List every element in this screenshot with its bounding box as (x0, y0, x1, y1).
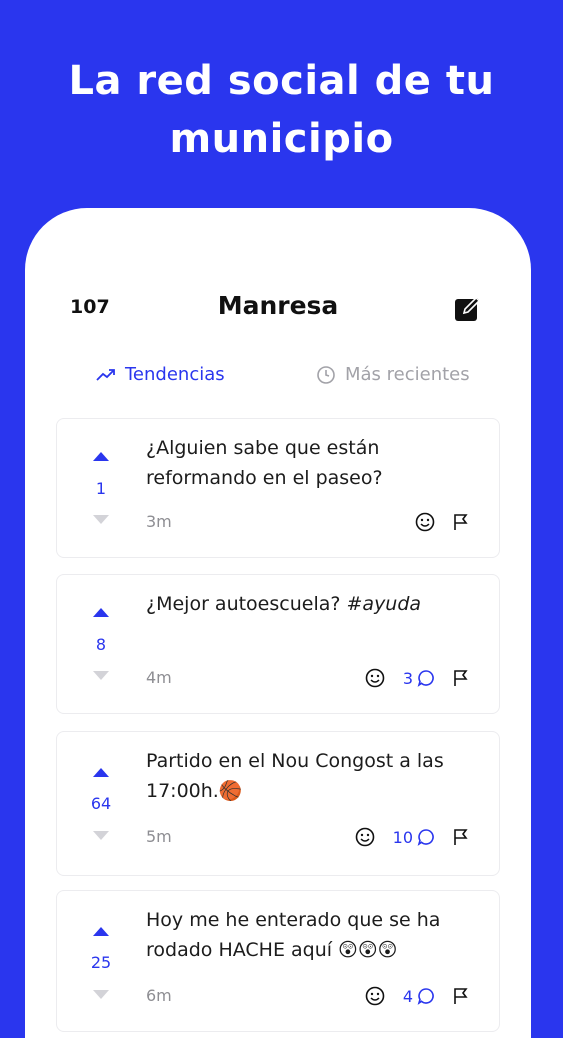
hero-line-1: La red social de tu (68, 58, 495, 104)
post-actions: 4 (365, 986, 469, 1006)
comment-count: 4 (402, 986, 413, 1006)
post-time: 5m (146, 827, 172, 846)
tab-tendencias[interactable]: Tendencias (96, 364, 225, 385)
post-card[interactable]: 1 ¿Alguien sabe que están reformando en … (56, 418, 500, 558)
upvote-button[interactable] (93, 927, 109, 936)
compose-icon[interactable] (454, 295, 482, 323)
hero-line-2: municipio (169, 116, 394, 162)
react-smiley-icon[interactable] (365, 668, 385, 688)
upvote-button[interactable] (93, 452, 109, 461)
tab-tendencias-label: Tendencias (125, 364, 225, 385)
post-text: ¿Mejor autoescuela? #ayuda (146, 593, 422, 615)
comments-button[interactable]: 10 (393, 828, 435, 847)
post-time: 6m (146, 986, 172, 1005)
clock-icon (317, 365, 335, 384)
downvote-button[interactable] (93, 831, 109, 840)
upvote-button[interactable] (93, 608, 109, 617)
react-smiley-icon[interactable] (415, 512, 435, 532)
comment-bubble-icon (417, 670, 434, 687)
vote-count: 1 (95, 479, 107, 498)
phone-screen: 107 Manresa Tendencias Más recientes 1 ¿ (25, 208, 531, 1038)
downvote-button[interactable] (93, 671, 109, 680)
hero-headline: La red social de tu municipio (0, 52, 563, 168)
vote-count: 25 (90, 953, 112, 972)
app-header: 107 Manresa Tendencias Más recientes (25, 208, 531, 408)
comments-button[interactable]: 3 (403, 669, 435, 688)
post-text: Hoy me he enterado que se ha rodado HACH… (146, 909, 441, 961)
flag-icon[interactable] (453, 513, 469, 531)
comment-bubble-icon (417, 829, 434, 846)
tab-mas-recientes-label: Más recientes (345, 364, 470, 385)
comments-button[interactable]: 4 (403, 987, 435, 1006)
flag-icon[interactable] (453, 828, 469, 846)
downvote-button[interactable] (93, 515, 109, 524)
trending-icon (96, 368, 115, 381)
comment-bubble-icon (417, 988, 434, 1005)
post-actions: 3 (365, 668, 469, 688)
flag-icon[interactable] (453, 987, 469, 1005)
flag-icon[interactable] (453, 669, 469, 687)
downvote-button[interactable] (93, 990, 109, 999)
comment-count: 3 (402, 668, 413, 688)
tab-mas-recientes[interactable]: Más recientes (316, 364, 470, 385)
upvote-button[interactable] (93, 768, 109, 777)
post-card[interactable]: 8 ¿Mejor autoescuela? #ayuda 4m 3 (56, 574, 500, 714)
post-time: 4m (146, 668, 172, 687)
post-actions: 10 (355, 827, 469, 847)
post-time: 3m (146, 512, 172, 531)
comment-count: 10 (392, 827, 413, 847)
post-card[interactable]: 64 Partido en el Nou Congost a las 17:00… (56, 731, 500, 876)
react-smiley-icon[interactable] (365, 986, 385, 1006)
vote-count: 8 (95, 635, 107, 654)
post-actions (415, 512, 469, 532)
post-text: ¿Alguien sabe que están reformando en el… (146, 437, 383, 489)
react-smiley-icon[interactable] (355, 827, 375, 847)
vote-count: 64 (90, 794, 112, 813)
post-text: Partido en el Nou Congost a las 17:00h.🏀 (146, 750, 444, 802)
post-card[interactable]: 25 Hoy me he enterado que se ha rodado H… (56, 890, 500, 1032)
